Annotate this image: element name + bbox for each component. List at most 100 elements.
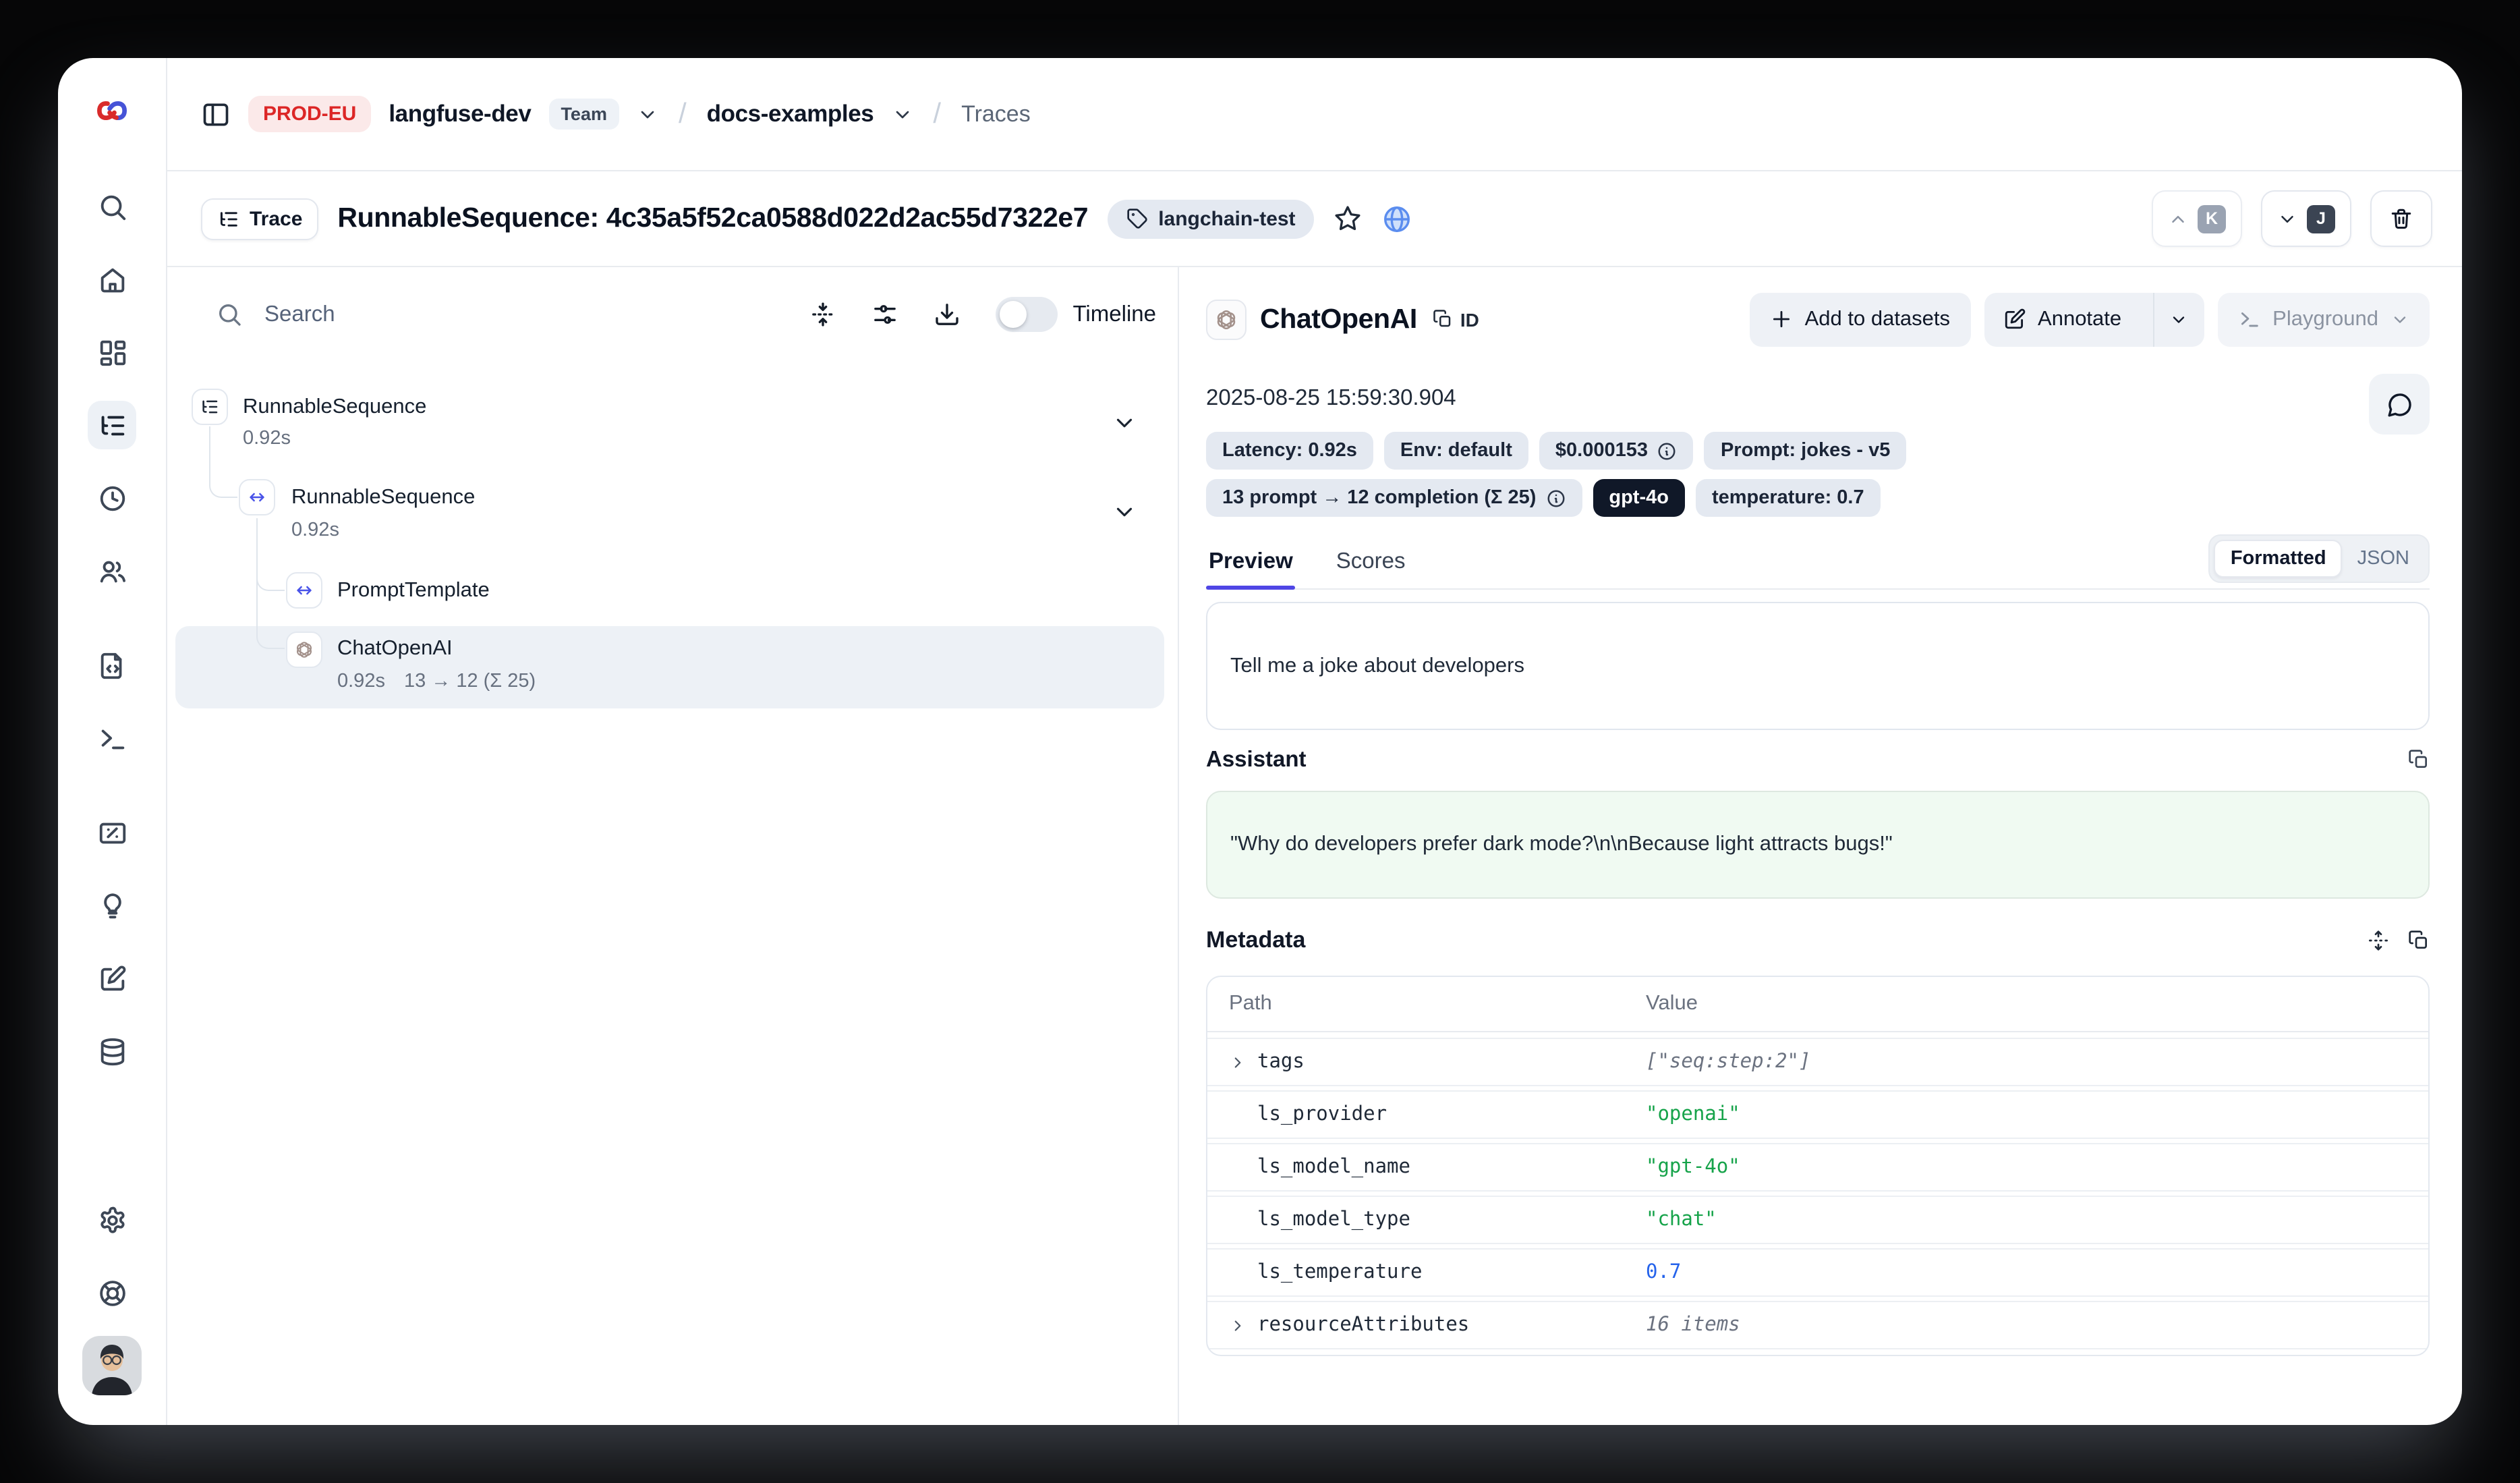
tree-icon (217, 207, 240, 230)
trace-type-label: Trace (250, 207, 302, 230)
breadcrumb-separator: / (676, 98, 689, 130)
chevron-up-icon (2168, 208, 2188, 229)
next-trace-button[interactable]: J (2261, 190, 2351, 247)
tab-preview[interactable]: Preview (1206, 549, 1296, 588)
breadcrumb-project[interactable]: docs-examples (707, 100, 874, 128)
tab-scores[interactable]: Scores (1334, 549, 1408, 588)
chevron-right-icon[interactable] (1229, 1053, 1247, 1071)
collapse-all-icon[interactable] (810, 301, 837, 328)
user-avatar[interactable] (82, 1336, 142, 1395)
temperature-badge: temperature: 0.7 (1696, 479, 1881, 517)
observation-tree: RunnableSequence 0.92s RunnableSequence … (167, 367, 1178, 772)
download-icon[interactable] (934, 301, 961, 328)
timeline-toggle[interactable] (996, 297, 1058, 332)
edit-pencil-icon (2003, 308, 2026, 331)
public-globe-icon[interactable] (1382, 203, 1413, 234)
observation-actions: Add to datasets Annotate Playground (1750, 292, 2430, 346)
keyboard-shortcut-k: K (2198, 204, 2226, 233)
org-chevron-down-icon[interactable] (637, 103, 658, 125)
copy-output-button[interactable] (2408, 749, 2430, 771)
breadcrumb-org[interactable]: langfuse-dev (389, 100, 531, 128)
metadata-header: Metadata (1206, 923, 2430, 958)
add-to-datasets-button[interactable]: Add to datasets (1750, 292, 1970, 346)
playground-button[interactable]: Playground (2217, 292, 2430, 346)
trace-root-icon[interactable] (192, 389, 228, 425)
tree-connector (256, 518, 285, 649)
copy-icon (2408, 930, 2430, 951)
model-badge[interactable]: gpt-4o (1593, 479, 1685, 517)
metadata-value: "chat" (1646, 1209, 1717, 1231)
span-icon[interactable] (286, 572, 322, 609)
sidebar-search-icon[interactable] (88, 182, 136, 231)
dashboards-icon[interactable] (88, 328, 136, 376)
lightbulb-icon[interactable] (88, 881, 136, 930)
prompts-file-code-icon[interactable] (88, 641, 136, 690)
sessions-clock-icon[interactable] (88, 474, 136, 522)
comments-button[interactable] (2369, 374, 2430, 435)
stage: PROD-EU langfuse-dev Team / docs-example… (0, 0, 2520, 1483)
sidebar-toggle-icon[interactable] (201, 99, 231, 129)
comment-bubble-icon (2386, 391, 2413, 418)
support-lifebuoy-icon[interactable] (88, 1268, 136, 1317)
bookmark-star-icon[interactable] (1334, 204, 1363, 233)
metadata-row-ls-provider: ls_provider "openai" (1207, 1092, 2428, 1138)
chevron-right-icon[interactable] (1229, 1316, 1247, 1334)
environment-badge[interactable]: PROD-EU (248, 96, 371, 132)
metadata-table: Path Value tags ["seq:step:2"] ls_provid… (1206, 976, 2430, 1356)
trace-tag-label: langchain-test (1158, 207, 1295, 230)
metadata-value: "openai" (1646, 1104, 1740, 1125)
settings-gear-icon[interactable] (88, 1196, 136, 1244)
copy-icon (2408, 749, 2430, 771)
metadata-row-tags[interactable]: tags ["seq:step:2"] (1207, 1039, 2428, 1085)
trace-tag-badge[interactable]: langchain-test (1107, 199, 1314, 238)
timeline-toggle-label: Timeline (1073, 302, 1157, 327)
user-message-box: Tell me a joke about developers (1206, 602, 2430, 730)
trash-icon (2389, 206, 2413, 231)
org-logo-knot (94, 93, 130, 128)
metadata-title: Metadata (1206, 927, 1305, 954)
user-message-text: Tell me a joke about developers (1230, 654, 1524, 678)
tree-node-label[interactable]: ChatOpenAI (337, 633, 453, 665)
expand-metadata-button[interactable] (2368, 930, 2389, 951)
annotate-split-button: Annotate (1984, 292, 2204, 346)
format-option-json[interactable]: JSON (2343, 541, 2424, 576)
users-icon[interactable] (88, 547, 136, 595)
collapse-node-chevron-icon[interactable] (1112, 499, 1137, 525)
metadata-tools (2368, 930, 2430, 951)
cost-badge[interactable]: $0.000153 (1539, 432, 1694, 470)
tree-node-label[interactable]: RunnableSequence (243, 391, 426, 424)
tracing-icon[interactable] (88, 401, 136, 449)
breadcrumb-page[interactable]: Traces (961, 101, 1031, 128)
evaluation-icon[interactable] (88, 808, 136, 857)
openai-generation-icon[interactable] (286, 632, 322, 668)
format-option-formatted[interactable]: Formatted (2214, 540, 2343, 578)
llm-judge-clipboard-pen-icon[interactable] (88, 954, 136, 1003)
datasets-database-icon[interactable] (88, 1027, 136, 1075)
prompt-badge[interactable]: Prompt: jokes - v5 (1705, 432, 1906, 470)
metadata-row-resource-attributes[interactable]: resourceAttributes 16 items (1207, 1302, 2428, 1348)
collapse-node-chevron-icon[interactable] (1112, 410, 1137, 436)
copy-id-button[interactable]: ID (1433, 308, 1479, 330)
tree-node-duration: 0.92s (243, 424, 291, 453)
annotate-button[interactable]: Annotate (1984, 292, 2140, 346)
chevron-down-icon (2390, 310, 2409, 329)
annotate-dropdown-chevron-icon[interactable] (2152, 292, 2204, 346)
tree-node-label[interactable]: PromptTemplate (337, 575, 490, 607)
delete-trace-button[interactable] (2370, 190, 2432, 247)
previous-trace-button[interactable]: K (2152, 190, 2242, 247)
tree-node-label[interactable]: RunnableSequence (291, 482, 475, 514)
selected-row-highlight (175, 626, 1164, 708)
span-icon[interactable] (239, 479, 275, 515)
search-input[interactable] (262, 300, 775, 329)
column-value: Value (1646, 992, 1698, 1016)
project-chevron-down-icon[interactable] (891, 103, 913, 125)
observation-detail-panel: ChatOpenAI ID Add to datasets (1179, 267, 2462, 1425)
playground-terminal-icon[interactable] (88, 714, 136, 762)
tree-settings-sliders-icon[interactable] (872, 301, 899, 328)
tree-node-tokens: 13 → 12 (Σ 25) (404, 667, 536, 696)
copy-metadata-button[interactable] (2408, 930, 2430, 951)
plus-icon (1770, 308, 1793, 331)
token-usage-badge[interactable]: 13 prompt → 12 completion (Σ 25) (1206, 479, 1582, 517)
info-icon (1657, 441, 1678, 461)
home-icon[interactable] (88, 255, 136, 304)
